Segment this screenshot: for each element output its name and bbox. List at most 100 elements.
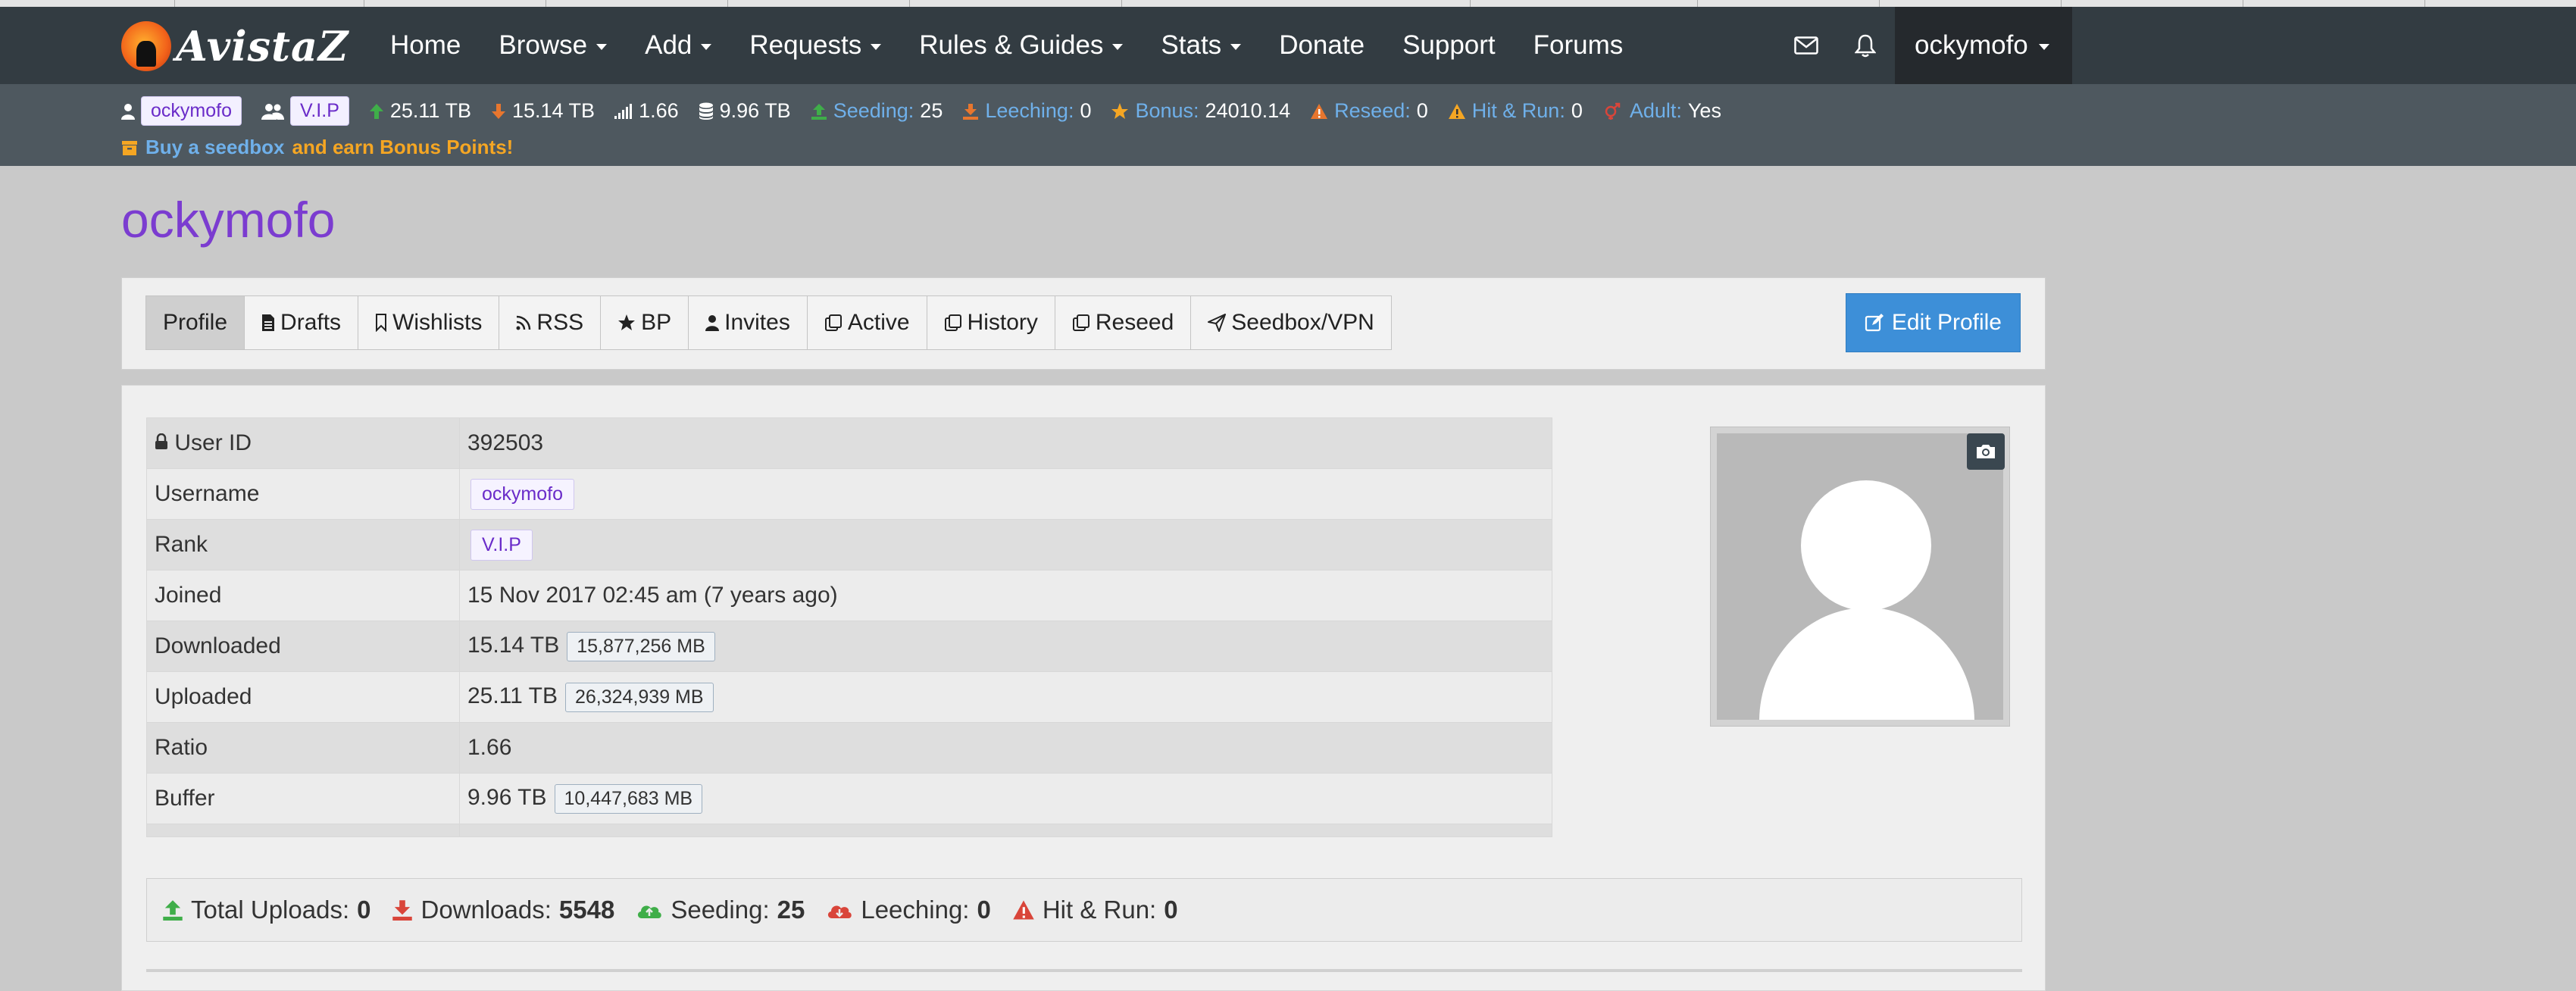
user-menu-label: ockymofo [1915, 30, 2028, 60]
tab-active[interactable]: Active [806, 295, 927, 350]
nav-add[interactable]: Add [626, 30, 730, 61]
notifications-button[interactable] [1836, 7, 1895, 84]
avatar-head-shape [1801, 480, 1931, 611]
nav-requests[interactable]: Requests [730, 30, 900, 61]
nav-donate[interactable]: Donate [1260, 30, 1383, 61]
ratio-value: 1.66 [639, 99, 679, 122]
status-seeding[interactable]: Seeding: 25 [811, 99, 943, 123]
signal-icon [614, 103, 633, 119]
uploads-label: Total Uploads: [191, 896, 350, 924]
site-logo[interactable]: AvistaZ [121, 21, 349, 71]
row-value: 392503 [459, 417, 1552, 469]
username-tag[interactable]: ockymofo [141, 96, 242, 126]
upload-icon [163, 900, 183, 921]
arrow-up-icon [369, 103, 383, 119]
row-value: 1.66 [459, 722, 1552, 774]
tab-bp[interactable]: BP [600, 295, 689, 350]
status-adult[interactable]: Adult: Yes [1602, 99, 1721, 123]
status-reseed[interactable]: Reseed: 0 [1310, 99, 1428, 123]
hnr-count: 0 [1164, 896, 1178, 924]
table-row: Rank V.I.P [146, 519, 1552, 571]
status-hit-and-run[interactable]: Hit & Run: 0 [1448, 99, 1583, 123]
downloaded-total: 15.14 TB [467, 632, 560, 658]
summary-uploads[interactable]: Total Uploads: 0 [162, 896, 370, 924]
top-navbar: AvistaZ Home Browse Add Requests Rules &… [0, 7, 2576, 84]
clipboard-icon [824, 314, 842, 331]
page-title: ockymofo [121, 192, 336, 248]
nav-label: Forums [1533, 30, 1624, 60]
nav-forums[interactable]: Forums [1515, 30, 1643, 61]
promo-link[interactable]: Buy a seedbox [145, 136, 285, 159]
leeching-label: Leeching: [861, 896, 970, 924]
tab-label: Drafts [280, 310, 342, 335]
status-uploaded: 25.11 TB [369, 99, 471, 123]
group-tag[interactable]: V.I.P [289, 96, 349, 126]
tab-seedbox-vpn[interactable]: Seedbox/VPN [1190, 295, 1392, 350]
nav-browse[interactable]: Browse [480, 30, 626, 61]
summary-seeding[interactable]: Seeding: 25 [636, 896, 805, 924]
rank-badge[interactable]: V.I.P [470, 529, 533, 561]
tab-reseed[interactable]: Reseed [1054, 295, 1192, 350]
user-menu[interactable]: ockymofo [1895, 7, 2072, 84]
table-row: Downloaded 15.14 TB 15,877,256 MB [146, 621, 1552, 672]
nav-label: Browse [499, 30, 588, 60]
leeching-count: 0 [977, 896, 991, 924]
paper-plane-icon [1208, 314, 1227, 332]
table-row: Joined 15 Nov 2017 02:45 am (7 years ago… [146, 570, 1552, 621]
status-downloaded: 15.14 TB [491, 99, 595, 123]
nav-label: Support [1402, 30, 1496, 60]
nav-label: Stats [1161, 30, 1222, 60]
reseed-label: Reseed: [1334, 99, 1411, 122]
buffer-total: 9.96 TB [467, 784, 547, 810]
table-footer-row [146, 824, 1552, 837]
logo-text: AvistaZ [176, 22, 349, 70]
nav-label: Home [390, 30, 461, 60]
tab-invites[interactable]: Invites [688, 295, 808, 350]
downloads-label: Downloads: [420, 896, 552, 924]
nav-label: Rules & Guides [919, 30, 1104, 60]
uploaded-value: 25.11 TB [389, 99, 471, 122]
caret-down-icon [1230, 44, 1242, 50]
torrent-summary: Total Uploads: 0 Downloads: 5548 Seeding… [146, 878, 2022, 942]
tab-profile[interactable]: Profile [145, 295, 245, 350]
messages-button[interactable] [1777, 7, 1836, 84]
summary-leeching[interactable]: Leeching: 0 [826, 896, 991, 924]
user-status-bar: ockymofo V.I.P 25.11 TB 15.14 TB 1.66 9.… [0, 84, 2576, 166]
summary-downloads[interactable]: Downloads: 5548 [392, 896, 614, 924]
row-value: 9.96 TB 10,447,683 MB [459, 773, 1552, 824]
tab-rss[interactable]: RSS [499, 295, 602, 350]
hnr-label: Hit & Run: [1471, 99, 1565, 122]
database-icon [699, 102, 713, 120]
warning-icon [1013, 900, 1034, 920]
nav-support[interactable]: Support [1383, 30, 1515, 61]
tab-label: Profile [163, 310, 228, 335]
tab-drafts[interactable]: Drafts [244, 295, 359, 350]
status-bonus[interactable]: Bonus: 24010.14 [1111, 99, 1290, 123]
nav-stats[interactable]: Stats [1142, 30, 1260, 61]
tab-history[interactable]: History [926, 295, 1055, 350]
envelope-icon [1794, 36, 1818, 55]
caret-down-icon [596, 44, 608, 50]
lock-icon [155, 433, 167, 449]
caret-down-icon [701, 44, 712, 50]
upload-icon [811, 103, 827, 120]
row-key: Ratio [146, 722, 460, 774]
main-nav: Home Browse Add Requests Rules & Guides … [371, 7, 1642, 84]
summary-hit-and-run[interactable]: Hit & Run: 0 [1012, 896, 1178, 924]
username-badge[interactable]: ockymofo [470, 478, 574, 510]
status-buffer: 9.96 TB [699, 99, 791, 123]
profile-tabs-panel: Profile Drafts Wishlists RSS BP Invites … [121, 277, 2046, 370]
seeding-value: 25 [920, 99, 943, 122]
nav-label: Requests [749, 30, 862, 60]
seedbox-promo[interactable]: Buy a seedbox and earn Bonus Points! [121, 136, 513, 159]
nav-rules-guides[interactable]: Rules & Guides [900, 30, 1142, 61]
change-avatar-button[interactable] [1967, 433, 2005, 470]
edit-profile-button[interactable]: Edit Profile [1845, 293, 2021, 352]
warning-icon [1448, 103, 1465, 119]
file-icon [262, 314, 275, 331]
status-leeching[interactable]: Leeching: 0 [962, 99, 1091, 123]
tab-wishlists[interactable]: Wishlists [358, 295, 500, 350]
nav-home[interactable]: Home [371, 30, 480, 61]
row-value: 15 Nov 2017 02:45 am (7 years ago) [459, 570, 1552, 621]
table-row: User ID 392503 [146, 417, 1552, 469]
